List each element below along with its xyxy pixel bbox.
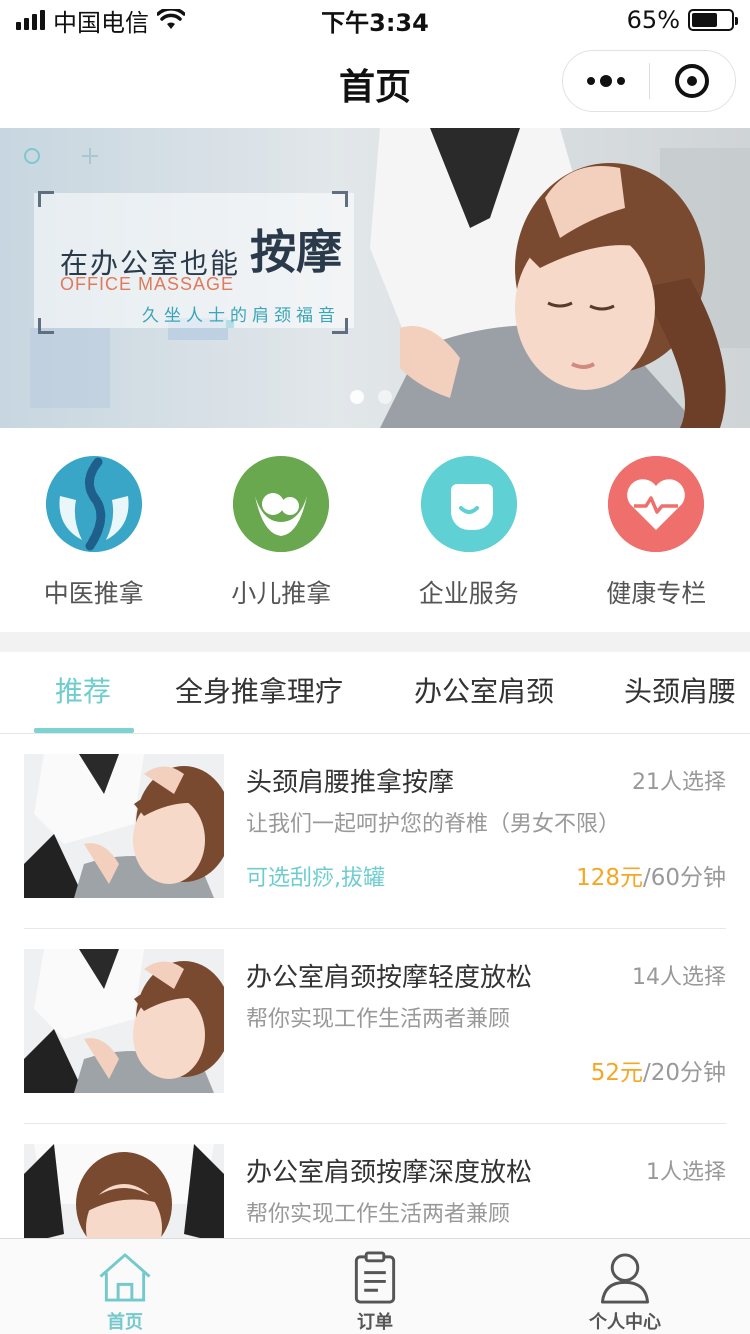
price-amount: 128元 <box>576 865 643 891</box>
banner-carousel[interactable]: 在办公室也能 按摩 OFFICE MASSAGE 久坐人士的肩颈福音 <box>0 128 750 428</box>
signal-icon <box>16 10 45 30</box>
page-title: 首页 <box>338 67 411 108</box>
list-item[interactable]: 办公室肩颈按摩轻度放松 14人选择 帮你实现工作生活两者兼顾 52元/20分钟 <box>24 929 726 1124</box>
close-mini-program-button[interactable] <box>650 51 736 111</box>
status-time: 下午3:34 <box>321 8 429 37</box>
service-description: 让我们一起呵护您的脊椎（男女不限） <box>246 812 621 837</box>
child-massage-icon <box>233 456 330 552</box>
selection-count: 14人选择 <box>632 965 726 990</box>
banner-headline-big: 按摩 <box>246 216 346 282</box>
heart-pulse-icon <box>608 456 705 552</box>
category-label: 企业服务 <box>418 579 519 608</box>
carrier-label: 中国电信 <box>53 8 149 37</box>
tabbar-label: 订单 <box>357 1312 393 1333</box>
category-child-massage[interactable]: 小儿推拿 <box>188 428 376 632</box>
price-amount: 52元 <box>590 1060 643 1086</box>
service-list: 头颈肩腰推拿按摩 21人选择 让我们一起呵护您的脊椎（男女不限） 可选刮痧,拔罐… <box>0 734 750 1238</box>
carousel-dots[interactable] <box>350 390 392 404</box>
service-title: 办公室肩颈按摩深度放松 <box>246 1158 533 1188</box>
banner-caption: 在办公室也能 按摩 OFFICE MASSAGE 久坐人士的肩颈福音 <box>60 216 360 326</box>
service-options: 可选刮痧,拔罐 <box>246 866 385 891</box>
tab-office-shoulder[interactable]: 办公室肩颈 <box>414 652 554 733</box>
clipboard-icon <box>354 1251 396 1304</box>
nav-bar: 首页 <box>0 40 750 128</box>
service-title: 办公室肩颈按摩轻度放松 <box>246 963 533 993</box>
category-health-column[interactable]: 健康专栏 <box>563 428 750 632</box>
service-thumbnail <box>24 754 224 898</box>
bottom-tab-bar: 首页 订单 个人中心 <box>0 1238 750 1334</box>
mini-program-capsule <box>562 50 736 112</box>
chat-bubble-icon <box>420 456 517 552</box>
more-button[interactable] <box>563 51 649 111</box>
price-unit: /20分钟 <box>642 1060 726 1086</box>
tabbar-orders[interactable]: 订单 <box>250 1239 500 1334</box>
section-divider <box>0 632 750 652</box>
target-icon <box>675 64 710 98</box>
selection-count: 21人选择 <box>632 770 726 795</box>
tab-full-body[interactable]: 全身推拿理疗 <box>175 652 343 733</box>
carousel-dot[interactable] <box>378 390 392 404</box>
category-enterprise-service[interactable]: 企业服务 <box>375 428 563 632</box>
service-title: 头颈肩腰推拿按摩 <box>246 768 455 798</box>
service-description: 帮你实现工作生活两者兼顾 <box>246 1202 511 1227</box>
spine-hands-icon <box>45 456 142 552</box>
wifi-icon <box>157 9 185 29</box>
tabbar-label: 个人中心 <box>589 1312 661 1333</box>
price-unit: /60分钟 <box>642 865 726 891</box>
category-tcm-massage[interactable]: 中医推拿 <box>0 428 188 632</box>
home-icon <box>99 1253 151 1302</box>
category-label: 健康专栏 <box>606 579 707 608</box>
service-thumbnail <box>24 949 224 1093</box>
banner-subline: 久坐人士的肩颈福音 <box>142 306 340 326</box>
tabbar-profile[interactable]: 个人中心 <box>500 1239 750 1334</box>
tab-indicator <box>34 728 134 733</box>
selection-count: 1人选择 <box>646 1160 726 1185</box>
carousel-dot[interactable] <box>350 390 364 404</box>
service-description: 帮你实现工作生活两者兼顾 <box>246 1007 511 1032</box>
battery-percent: 65% <box>626 6 680 34</box>
category-label: 小儿推拿 <box>231 579 332 608</box>
tabbar-label: 首页 <box>107 1312 143 1333</box>
tab-head-neck[interactable]: 头颈肩腰 <box>624 652 736 733</box>
service-price: 52元/20分钟 <box>591 1053 726 1087</box>
list-item[interactable]: 头颈肩腰推拿按摩 21人选择 让我们一起呵护您的脊椎（男女不限） 可选刮痧,拔罐… <box>24 734 726 929</box>
battery-icon <box>688 9 738 31</box>
category-tabs: 推荐 全身推拿理疗 办公室肩颈 头颈肩腰 <box>0 652 750 734</box>
status-bar: 中国电信 下午3:34 65% <box>0 0 750 40</box>
user-icon <box>600 1253 650 1304</box>
category-label: 中医推拿 <box>43 579 144 608</box>
tab-recommend[interactable]: 推荐 <box>55 652 111 733</box>
category-grid: 中医推拿 小儿推拿 企业服务 健康专栏 <box>0 428 750 632</box>
tabbar-home[interactable]: 首页 <box>0 1239 250 1334</box>
service-price: 128元/60分钟 <box>576 858 726 892</box>
list-item[interactable]: 办公室肩颈按摩深度放松 1人选择 帮你实现工作生活两者兼顾 <box>24 1124 726 1238</box>
more-dots-icon <box>586 75 625 87</box>
service-thumbnail <box>24 1144 224 1238</box>
